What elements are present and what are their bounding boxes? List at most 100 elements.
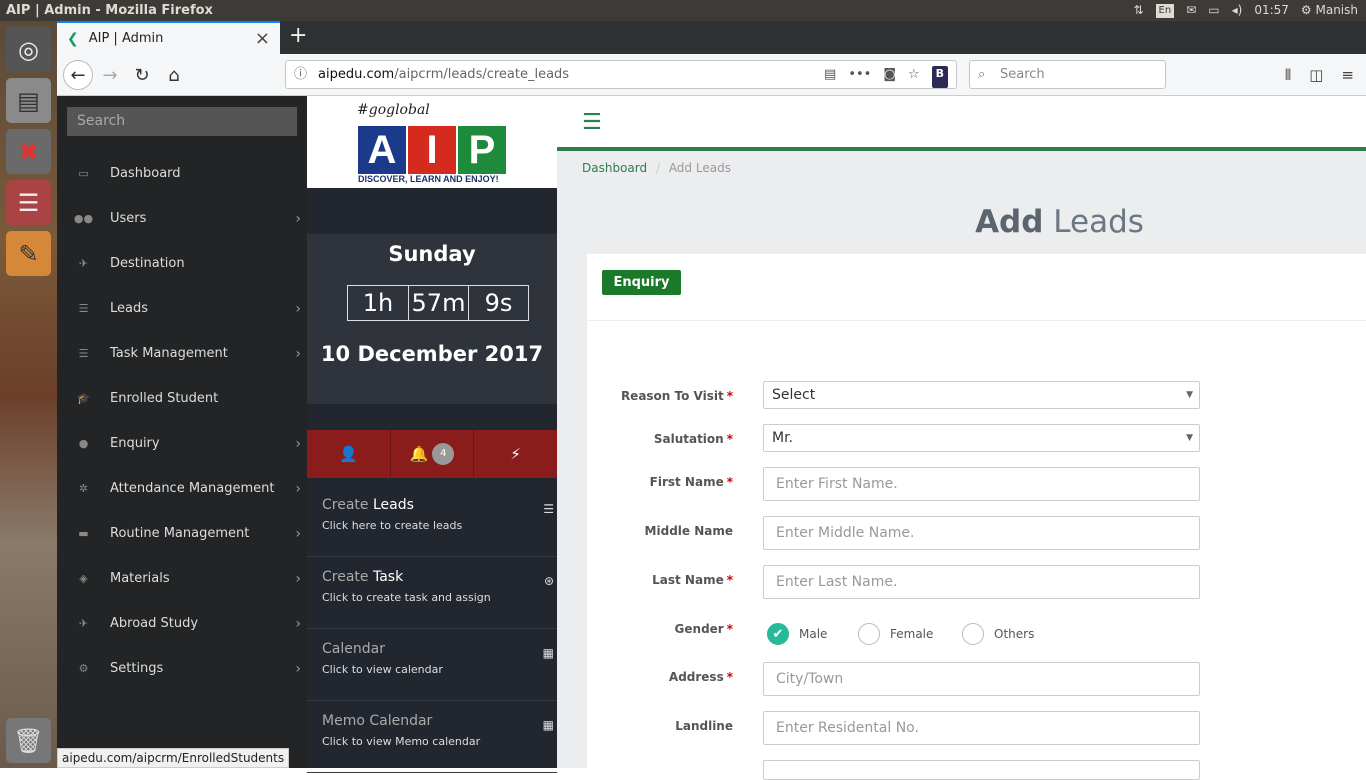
- info-icon[interactable]: ⓘ: [294, 61, 307, 88]
- quick-item-create-leads[interactable]: Create Leads Click here to create leads …: [307, 485, 557, 557]
- gender-female-radio[interactable]: Female: [858, 623, 933, 645]
- first-name-label-text: First Name: [649, 475, 724, 489]
- notifications-button[interactable]: 🔔 4: [389, 430, 474, 478]
- close-tab-icon[interactable]: ×: [255, 28, 270, 49]
- extension-b-icon[interactable]: B: [931, 66, 948, 88]
- reader-view-icon[interactable]: ▤: [824, 61, 836, 88]
- sidebar-item-enquiry[interactable]: ● Enquiry ›: [57, 421, 307, 466]
- sidebar-item-label: Abroad Study: [110, 616, 199, 631]
- bookmark-star-icon[interactable]: ☆: [908, 61, 920, 88]
- browser-search-input[interactable]: ⌕ Search: [969, 60, 1166, 89]
- breadcrumb-dashboard-link[interactable]: Dashboard: [582, 161, 647, 175]
- landline-input[interactable]: Enter Residental No.: [763, 711, 1200, 745]
- reason-select[interactable]: Select ▼: [763, 381, 1200, 409]
- first-name-label: First Name *: [587, 475, 733, 489]
- address-input[interactable]: City/Town: [763, 662, 1200, 696]
- list-icon: ☰: [543, 502, 554, 516]
- card-icon: ▬: [78, 527, 89, 540]
- new-tab-icon[interactable]: +: [289, 23, 307, 48]
- sidebar-item-settings[interactable]: ⚙ Settings ›: [57, 646, 307, 691]
- battery-icon[interactable]: ▭: [1208, 0, 1219, 21]
- sidebar-item-label: Enquiry: [110, 436, 160, 451]
- tab-aip-admin[interactable]: ❮ AIP | Admin ×: [57, 21, 280, 54]
- gender-male-radio[interactable]: ✔ Male: [767, 623, 827, 645]
- last-name-input[interactable]: Enter Last Name.: [763, 565, 1200, 599]
- logo-letter-p: P: [458, 126, 506, 174]
- salutation-select[interactable]: Mr. ▼: [763, 424, 1200, 452]
- profile-button[interactable]: 👤: [307, 430, 390, 478]
- sidebar-item-task-management[interactable]: ☰ Task Management ›: [57, 331, 307, 376]
- breadcrumb-separator: /: [655, 161, 660, 175]
- plane-icon: ✈: [78, 257, 89, 270]
- sidebar-item-users[interactable]: ●● Users ›: [57, 196, 307, 241]
- clock-time[interactable]: 01:57: [1254, 0, 1289, 21]
- sidebar-toggle-icon[interactable]: ◫: [1309, 66, 1323, 84]
- user-menu[interactable]: ⚙ Manish: [1301, 0, 1358, 21]
- firefox-icon[interactable]: ☰: [6, 180, 51, 225]
- text-editor-icon[interactable]: ✎: [6, 231, 51, 276]
- quick-item-subtitle: Click to view Memo calendar: [322, 735, 481, 748]
- browser-tab-bar: ❮ AIP | Admin × +: [57, 21, 1366, 54]
- middle-name-input[interactable]: Enter Middle Name.: [763, 516, 1200, 550]
- url-bar[interactable]: ⓘ aipedu.com/aipcrm/leads/create_leads ▤…: [285, 60, 957, 89]
- settings-tool-icon[interactable]: ✖: [6, 129, 51, 174]
- library-icon[interactable]: ⫴: [1285, 66, 1291, 84]
- pocket-icon[interactable]: ◙: [883, 61, 896, 88]
- first-name-input[interactable]: Enter First Name.: [763, 467, 1200, 501]
- sidebar-item-attendance-management[interactable]: ✲ Attendance Management ›: [57, 466, 307, 511]
- tab-title: AIP | Admin: [88, 31, 164, 46]
- page-actions-icon[interactable]: •••: [848, 61, 871, 88]
- quick-item-memo-calendar[interactable]: Memo Calendar Click to view Memo calenda…: [307, 701, 557, 773]
- app-sidebar: Search ▭ Dashboard ●● Users › ✈ Destination …: [57, 96, 307, 768]
- volume-icon[interactable]: ◂): [1232, 0, 1243, 21]
- quick-item-title-a: Create: [322, 569, 373, 585]
- required-mark: *: [726, 622, 733, 636]
- enquiry-tab-button[interactable]: Enquiry: [602, 270, 681, 295]
- mail-icon[interactable]: ✉: [1186, 0, 1196, 21]
- required-mark: *: [726, 670, 733, 684]
- sidebar-item-materials[interactable]: ◈ Materials ›: [57, 556, 307, 601]
- sidebar-item-destination[interactable]: ✈ Destination: [57, 241, 307, 286]
- activity-button[interactable]: ⚡: [473, 430, 557, 478]
- keyboard-language[interactable]: En: [1155, 3, 1175, 18]
- sidebar-item-leads[interactable]: ☰ Leads ›: [57, 286, 307, 331]
- network-icon[interactable]: ⇅: [1133, 0, 1143, 21]
- logo-tagline: DISCOVER, LEARN AND ENJOY!: [358, 174, 499, 184]
- quick-panel: #goglobal A I P DISCOVER, LEARN AND ENJO…: [307, 96, 557, 773]
- chevron-right-icon: ›: [295, 660, 301, 677]
- sidebar-item-dashboard[interactable]: ▭ Dashboard: [57, 151, 307, 196]
- logo-letter-i: I: [408, 126, 456, 174]
- next-input[interactable]: [763, 760, 1200, 780]
- quick-item-title-b: Task: [372, 569, 404, 585]
- ubuntu-dash-icon[interactable]: ◎: [6, 27, 51, 72]
- logo-letters: A I P: [358, 126, 506, 174]
- sidebar-search-input[interactable]: Search: [67, 107, 297, 136]
- gender-others-radio[interactable]: Others: [962, 623, 1034, 645]
- hamburger-menu-icon[interactable]: ☰: [582, 112, 602, 134]
- trash-icon[interactable]: 🗑: [6, 718, 51, 763]
- aip-logo[interactable]: #goglobal A I P DISCOVER, LEARN AND ENJO…: [307, 96, 557, 188]
- reload-icon[interactable]: ↻: [127, 60, 157, 90]
- caret-down-icon: ▼: [1186, 390, 1193, 400]
- back-arrow-icon[interactable]: ←: [63, 60, 93, 90]
- quick-item-create-task[interactable]: Create Task Click to create task and ass…: [307, 557, 557, 629]
- sidebar-item-abroad-study[interactable]: ✈ Abroad Study ›: [57, 601, 307, 646]
- menu-icon[interactable]: ≡: [1341, 66, 1354, 84]
- chevron-right-icon: ›: [295, 210, 301, 227]
- system-tray: ⇅ En ✉ ▭ ◂) 01:57 ⚙ Manish: [1133, 0, 1358, 21]
- browser-tools: ⫴ ◫ ≡: [1285, 66, 1354, 84]
- salutation-label-text: Salutation: [653, 432, 724, 446]
- forward-arrow-icon[interactable]: →: [95, 60, 125, 90]
- radio-circle-icon: [858, 623, 880, 645]
- dribbble-icon: ⊛: [543, 574, 554, 588]
- quick-item-calendar[interactable]: Calendar Click to view calendar ▦: [307, 629, 557, 701]
- sidebar-item-routine-management[interactable]: ▬ Routine Management ›: [57, 511, 307, 556]
- sidebar-item-label: Settings: [110, 661, 164, 676]
- main-content: ☰ Dashboard / Add Leads Add Leads Enquir…: [557, 96, 1366, 780]
- url-path: /aipcrm/leads/create_leads: [394, 67, 570, 82]
- home-icon[interactable]: ⌂: [159, 60, 189, 90]
- files-icon[interactable]: ▤: [6, 78, 51, 123]
- users-icon: ●●: [73, 212, 94, 225]
- notification-count-badge: 4: [432, 443, 455, 465]
- sidebar-item-enrolled-student[interactable]: 🎓 Enrolled Student: [57, 376, 307, 421]
